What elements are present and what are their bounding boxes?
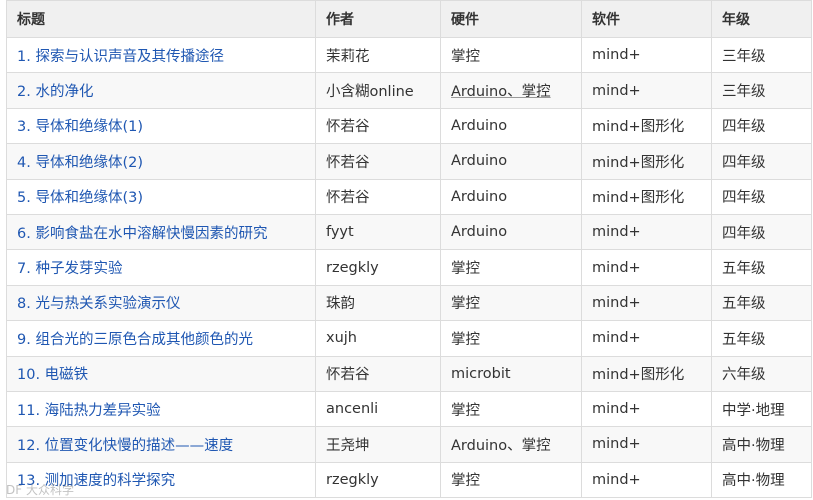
hardware-cell: 掌控 — [440, 36, 582, 74]
hardware-cell: 掌控 — [440, 461, 582, 499]
column-header-author[interactable]: 作者 — [315, 0, 441, 38]
title-cell: 1. 探索与认识声音及其传播途径 — [6, 36, 316, 74]
author-cell: rzegkly — [315, 249, 441, 286]
column-header-hardware[interactable]: 硬件 — [440, 0, 582, 38]
software-cell: mind+ — [581, 390, 712, 428]
table-row: 6. 影响食盐在水中溶解快慢因素的研究 fyyt Arduino mind+ 四… — [6, 213, 812, 251]
software-cell: mind+ — [581, 284, 712, 322]
software-cell: mind+图形化 — [581, 178, 712, 215]
table-row: 2. 水的净化 小含糊online Arduino、掌控 mind+ 三年级 — [6, 72, 812, 109]
author-cell: ancenli — [315, 390, 441, 428]
hardware-cell: 掌控 — [440, 249, 582, 286]
grade-cell: 中学·地理 — [711, 390, 812, 428]
project-title-link[interactable]: 8. 光与热关系实验演示仪 — [17, 296, 180, 312]
project-title-link[interactable]: 12. 位置变化快慢的描述——速度 — [17, 438, 233, 454]
title-cell: 9. 组合光的三原色合成其他颜色的光 — [6, 320, 316, 357]
grade-cell: 五年级 — [711, 320, 812, 357]
hardware-link[interactable]: Arduino、掌控 — [451, 84, 551, 100]
project-title-link[interactable]: 11. 海陆热力差异实验 — [17, 403, 161, 419]
grade-cell: 五年级 — [711, 284, 812, 322]
table-row: 9. 组合光的三原色合成其他颜色的光 xujh 掌控 mind+ 五年级 — [6, 320, 812, 357]
project-title-link[interactable]: 10. 电磁铁 — [17, 367, 88, 383]
table-row: 5. 导体和绝缘体(3) 怀若谷 Arduino mind+图形化 四年级 — [6, 178, 812, 215]
grade-cell: 四年级 — [711, 178, 812, 215]
project-title-link[interactable]: 5. 导体和绝缘体(3) — [17, 190, 143, 206]
grade-cell: 六年级 — [711, 355, 812, 392]
hardware-cell: 掌控 — [440, 390, 582, 428]
title-cell: 5. 导体和绝缘体(3) — [6, 178, 316, 215]
software-cell: mind+图形化 — [581, 143, 712, 180]
software-cell: mind+ — [581, 72, 712, 109]
hardware-cell: Arduino — [440, 213, 582, 251]
author-cell: rzegkly — [315, 461, 441, 499]
title-cell: 7. 种子发芽实验 — [6, 249, 316, 286]
hardware-cell: Arduino — [440, 178, 582, 215]
author-cell: 茉莉花 — [315, 36, 441, 74]
table-body: 1. 探索与认识声音及其传播途径 茉莉花 掌控 mind+ 三年级 2. 水的净… — [6, 36, 812, 499]
project-title-link[interactable]: 7. 种子发芽实验 — [17, 261, 122, 277]
title-cell: 8. 光与热关系实验演示仪 — [6, 284, 316, 322]
author-cell: 怀若谷 — [315, 143, 441, 180]
software-cell: mind+ — [581, 249, 712, 286]
table-header-row: 标题 作者 硬件 软件 年级 — [6, 0, 812, 38]
software-cell: mind+ — [581, 320, 712, 357]
hardware-cell: 掌控 — [440, 284, 582, 322]
table-row: 8. 光与热关系实验演示仪 珠韵 掌控 mind+ 五年级 — [6, 284, 812, 322]
projects-table: 标题 作者 硬件 软件 年级 1. 探索与认识声音及其传播途径 茉莉花 掌控 m… — [6, 0, 812, 499]
grade-cell: 五年级 — [711, 249, 812, 286]
title-cell: 3. 导体和绝缘体(1) — [6, 107, 316, 145]
table-row: 1. 探索与认识声音及其传播途径 茉莉花 掌控 mind+ 三年级 — [6, 36, 812, 74]
software-cell: mind+ — [581, 213, 712, 251]
column-header-grade[interactable]: 年级 — [711, 0, 812, 38]
software-cell: mind+图形化 — [581, 107, 712, 145]
table-row: 3. 导体和绝缘体(1) 怀若谷 Arduino mind+图形化 四年级 — [6, 107, 812, 145]
table-row: 13. 测加速度的科学探究 rzegkly 掌控 mind+ 高中·物理 — [6, 461, 812, 499]
author-cell: 王尧坤 — [315, 426, 441, 463]
title-cell: 6. 影响食盐在水中溶解快慢因素的研究 — [6, 213, 316, 251]
column-header-title[interactable]: 标题 — [6, 0, 316, 38]
hardware-cell: microbit — [440, 355, 582, 392]
software-cell: mind+图形化 — [581, 355, 712, 392]
project-title-link[interactable]: 2. 水的净化 — [17, 84, 93, 100]
project-title-link[interactable]: 3. 导体和绝缘体(1) — [17, 119, 143, 135]
hardware-cell: Arduino — [440, 107, 582, 145]
project-title-link[interactable]: 9. 组合光的三原色合成其他颜色的光 — [17, 332, 253, 348]
grade-cell: 三年级 — [711, 36, 812, 74]
software-cell: mind+ — [581, 36, 712, 74]
author-cell: 小含糊online — [315, 72, 441, 109]
software-cell: mind+ — [581, 426, 712, 463]
site-watermark: DF 大众科学 — [6, 483, 74, 497]
table-row: 4. 导体和绝缘体(2) 怀若谷 Arduino mind+图形化 四年级 — [6, 143, 812, 180]
hardware-cell: Arduino、掌控 — [440, 426, 582, 463]
grade-cell: 高中·物理 — [711, 461, 812, 499]
hardware-cell: 掌控 — [440, 320, 582, 357]
hardware-cell: Arduino、掌控 — [440, 72, 582, 109]
author-cell: fyyt — [315, 213, 441, 251]
table-row: 11. 海陆热力差异实验 ancenli 掌控 mind+ 中学·地理 — [6, 390, 812, 428]
title-cell: 4. 导体和绝缘体(2) — [6, 143, 316, 180]
author-cell: 怀若谷 — [315, 355, 441, 392]
grade-cell: 四年级 — [711, 107, 812, 145]
author-cell: 珠韵 — [315, 284, 441, 322]
author-cell: 怀若谷 — [315, 107, 441, 145]
grade-cell: 高中·物理 — [711, 426, 812, 463]
table-row: 7. 种子发芽实验 rzegkly 掌控 mind+ 五年级 — [6, 249, 812, 286]
project-title-link[interactable]: 4. 导体和绝缘体(2) — [17, 155, 143, 171]
table-row: 10. 电磁铁 怀若谷 microbit mind+图形化 六年级 — [6, 355, 812, 392]
grade-cell: 四年级 — [711, 143, 812, 180]
title-cell: 2. 水的净化 — [6, 72, 316, 109]
hardware-cell: Arduino — [440, 143, 582, 180]
project-title-link[interactable]: 6. 影响食盐在水中溶解快慢因素的研究 — [17, 226, 267, 242]
project-title-link[interactable]: 1. 探索与认识声音及其传播途径 — [17, 49, 224, 65]
software-cell: mind+ — [581, 461, 712, 499]
grade-cell: 三年级 — [711, 72, 812, 109]
title-cell: 12. 位置变化快慢的描述——速度 — [6, 426, 316, 463]
table-row: 12. 位置变化快慢的描述——速度 王尧坤 Arduino、掌控 mind+ 高… — [6, 426, 812, 463]
grade-cell: 四年级 — [711, 213, 812, 251]
title-cell: 10. 电磁铁 — [6, 355, 316, 392]
title-cell: 11. 海陆热力差异实验 — [6, 390, 316, 428]
author-cell: 怀若谷 — [315, 178, 441, 215]
column-header-software[interactable]: 软件 — [581, 0, 712, 38]
author-cell: xujh — [315, 320, 441, 357]
